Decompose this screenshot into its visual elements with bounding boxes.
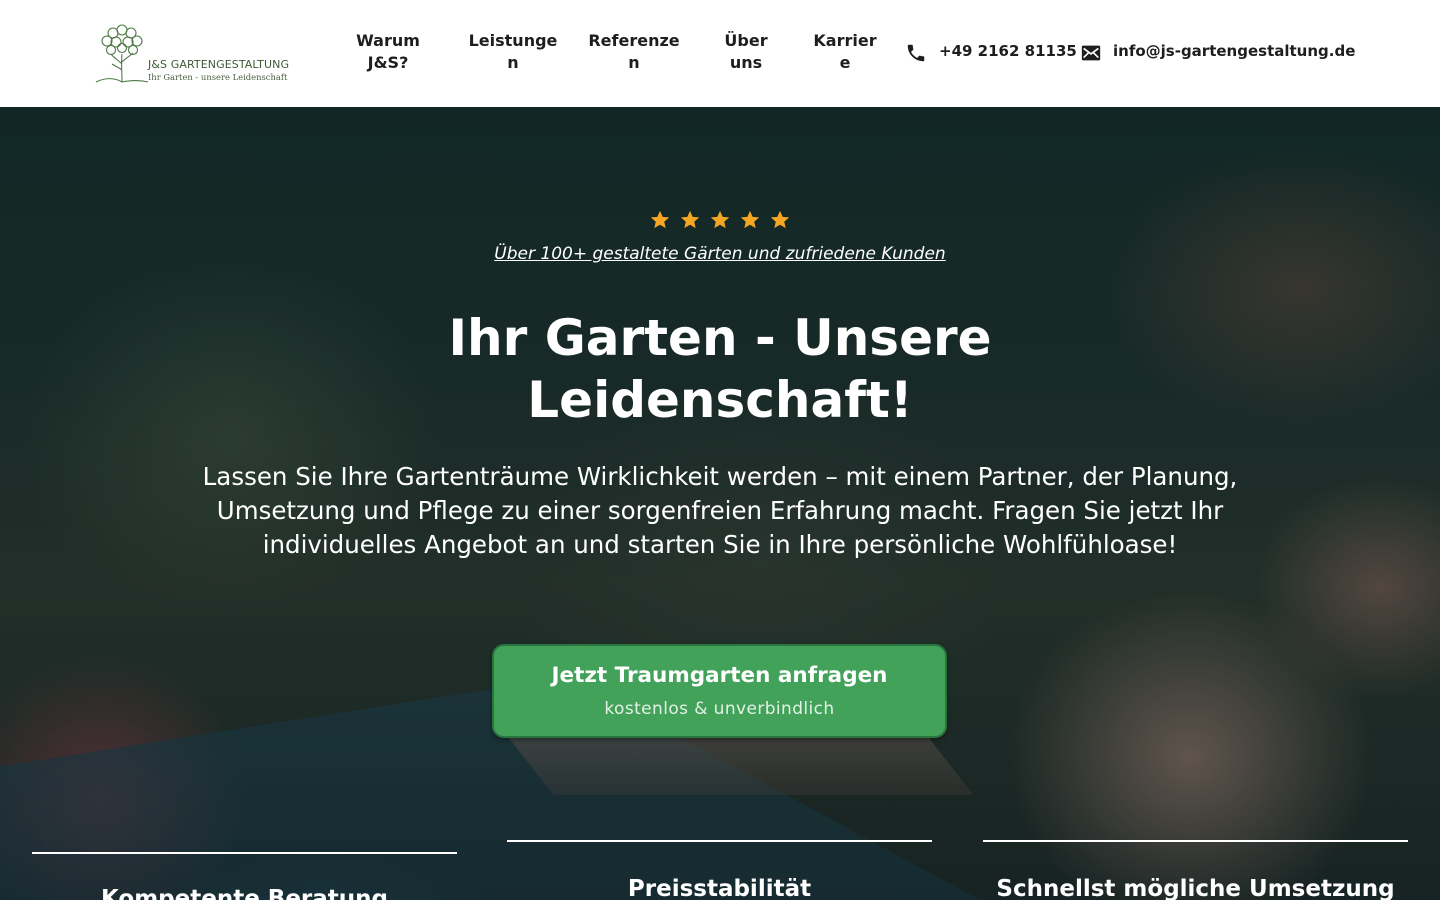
hero-headline: Ihr Garten - Unsere Leidenschaft! [448,309,992,429]
nav-item-referenzen[interactable]: Referenzen [585,30,683,74]
request-garden-button[interactable]: Jetzt Traumgarten anfragen kostenlos & u… [492,644,947,738]
email-link[interactable]: info@js-gartengestaltung.de [1113,40,1355,62]
feature-preisstabilitaet: Preisstabilität [507,840,932,900]
star-icon [680,210,700,229]
feature-title: Schnellst mögliche Umsetzung [996,876,1395,900]
brand-name: J&S GARTENGESTALTUNG [148,58,290,71]
nav-item-warum[interactable]: Warum J&S? [348,30,428,74]
star-icon [650,210,670,229]
hero-section: Über 100+ gestaltete Gärten und zufriede… [0,107,1440,900]
feature-title: Preisstabilität [627,876,812,900]
brand-logo[interactable]: J&S GARTENGESTALTUNG Ihr Garten - unsere… [94,20,289,86]
brand-tagline: Ihr Garten - unsere Leidenschaft [148,72,288,82]
feature-beratung: Kompetente Beratung [32,852,457,900]
phone-link[interactable]: +49 2162 81135 [939,40,1077,62]
star-icon [770,210,790,229]
feature-title: Kompetente Beratung [100,886,389,900]
nav-item-karriere[interactable]: Karriere [810,30,880,74]
mail-icon [1081,45,1101,61]
cta-sublabel: kostenlos & unverbindlich [604,699,835,719]
nav-item-ueber-uns[interactable]: Über uns [716,30,776,74]
phone-icon [907,44,925,62]
tree-logo-icon [95,24,149,83]
reviews-link[interactable]: Über 100+ gestaltete Gärten und zufriede… [0,244,1440,264]
rating-stars [0,209,1440,231]
site-header: J&S GARTENGESTALTUNG Ihr Garten - unsere… [0,0,1440,107]
star-icon [710,210,730,229]
star-icon [740,210,760,229]
cta-label: Jetzt Traumgarten anfragen [551,663,888,688]
nav-item-leistungen[interactable]: Leistungen [466,30,560,74]
hero-lead-text: Lassen Sie Ihre Gartenträume Wirklichkei… [202,462,1238,559]
feature-umsetzung: Schnellst mögliche Umsetzung [983,840,1408,900]
